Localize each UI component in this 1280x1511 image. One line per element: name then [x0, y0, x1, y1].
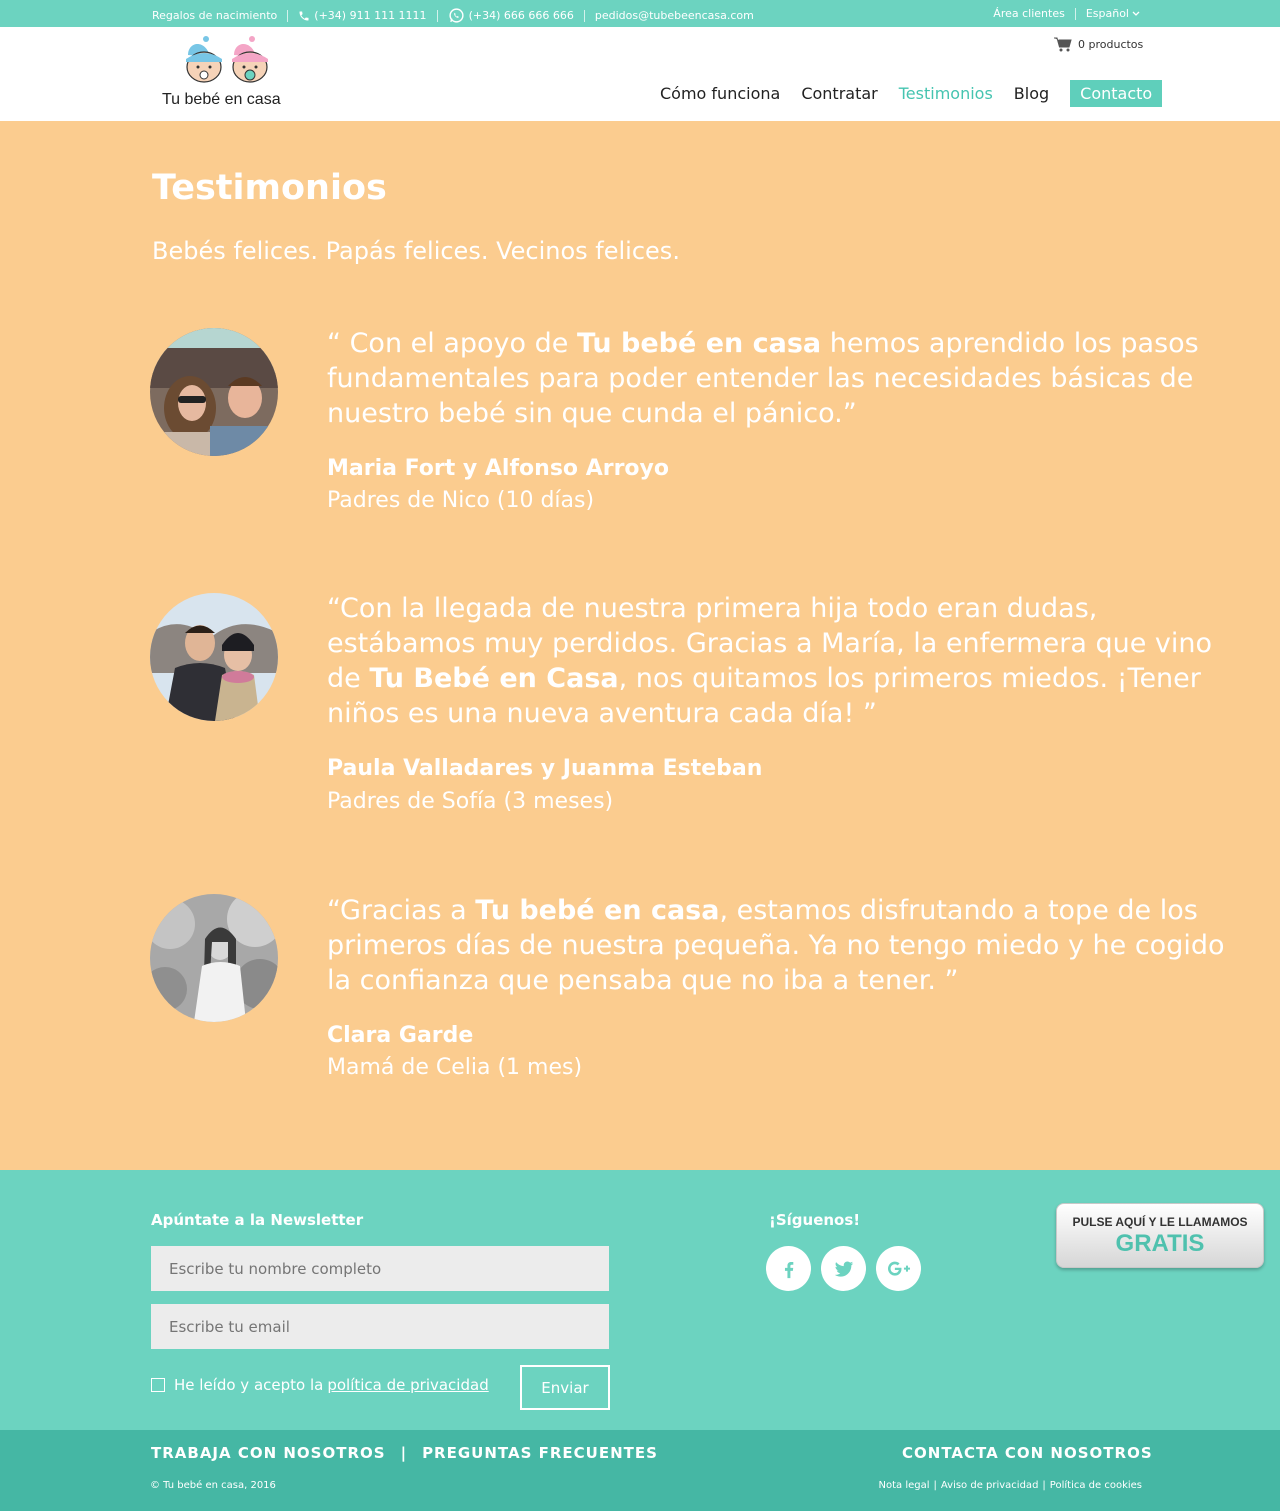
separator — [1074, 7, 1076, 20]
privacy-notice-link[interactable]: Aviso de privacidad — [941, 1480, 1039, 1491]
cart-link[interactable]: 0 productos — [1054, 37, 1143, 52]
nav-contact-button[interactable]: Contacto — [1070, 80, 1163, 107]
testimonial-quote: “Con la llegada de nuestra primera hija … — [327, 593, 1213, 729]
testimonial-quote: “Gracias a Tu bebé en casa, estamos disf… — [327, 895, 1225, 996]
nav-item-blog[interactable]: Blog — [1014, 84, 1049, 103]
privacy-consent: He leído y acepto la política de privaci… — [151, 1376, 489, 1394]
facebook-icon[interactable] — [766, 1246, 811, 1291]
avatar — [150, 894, 278, 1022]
call-me-button[interactable]: PULSE AQUÍ Y LE LLAMAMOS GRATIS — [1056, 1203, 1264, 1268]
cart-icon — [1054, 37, 1072, 52]
legal-note-link[interactable]: Nota legal — [879, 1480, 930, 1491]
separator — [287, 9, 289, 22]
consent-label: He leído y acepto la — [174, 1376, 324, 1394]
cookie-policy-link[interactable]: Política de cookies — [1050, 1480, 1142, 1491]
logo[interactable]: Tu bebé en casa — [160, 35, 300, 110]
divider: | — [400, 1444, 408, 1462]
legal-links: Nota legal | Aviso de privacidad | Política … — [879, 1480, 1143, 1491]
main-nav: Cómo funciona Contratar Testimonios Blog… — [660, 80, 1163, 107]
email-link[interactable]: pedidos@tubebeencasa.com — [595, 9, 754, 22]
testimonial-author: Maria Fort y Alfonso Arroyo — [327, 456, 669, 481]
header: Tu bebé en casa 0 productos Cómo funcion… — [0, 27, 1280, 121]
testimonial-role: Mamá de Celia (1 mes) — [327, 1055, 583, 1080]
privacy-checkbox[interactable] — [151, 1378, 165, 1392]
page-title: Testimonios — [152, 168, 387, 208]
top-bar: Regalos de nacimiento (+34) 911 111 1111… — [0, 0, 1280, 27]
language-selector[interactable]: Español — [1086, 7, 1129, 20]
footer-links: TRABAJA CON NOSOTROS | PREGUNTAS FRECUEN… — [151, 1444, 658, 1462]
privacy-policy-link[interactable]: política de privacidad — [327, 1376, 488, 1394]
logo-text: Tu bebé en casa — [162, 91, 281, 108]
testimonial-role: Padres de Sofía (3 meses) — [327, 789, 614, 814]
testimonial-quote: “ Con el apoyo de Tu bebé en casa hemos … — [327, 328, 1199, 429]
testimonial-card: “ Con el apoyo de Tu bebé en casa hemos … — [150, 326, 1250, 526]
testimonial-author: Paula Valladares y Juanma Esteban — [327, 756, 763, 781]
bottom-bar: TRABAJA CON NOSOTROS | PREGUNTAS FRECUEN… — [0, 1430, 1280, 1511]
gifts-link[interactable]: Regalos de nacimiento — [152, 9, 277, 22]
babies-logo-icon — [186, 36, 268, 83]
nav-item-como-funciona[interactable]: Cómo funciona — [660, 84, 780, 103]
chevron-down-icon — [1132, 11, 1140, 17]
whatsapp-number[interactable]: (+34) 666 666 666 — [469, 9, 574, 22]
testimonial-role: Padres de Nico (10 días) — [327, 488, 595, 513]
newsletter-title: Apúntate a la Newsletter — [151, 1211, 364, 1229]
follow-title: ¡Síguenos! — [769, 1211, 861, 1229]
testimonial-card: “Con la llegada de nuestra primera hija … — [150, 591, 1250, 831]
twitter-icon[interactable] — [821, 1246, 866, 1291]
call-me-label: PULSE AQUÍ Y LE LLAMAMOS — [1072, 1215, 1248, 1229]
client-area-link[interactable]: Área clientes — [993, 7, 1065, 20]
faq-link[interactable]: PREGUNTAS FRECUENTES — [422, 1444, 658, 1462]
contact-us-link[interactable]: CONTACTA CON NOSOTROS — [902, 1444, 1153, 1462]
work-with-us-link[interactable]: TRABAJA CON NOSOTROS — [151, 1444, 386, 1462]
phone-number[interactable]: (+34) 911 111 1111 — [314, 9, 426, 22]
avatar — [150, 593, 278, 721]
nav-item-testimonios[interactable]: Testimonios — [899, 84, 993, 103]
nav-item-contratar[interactable]: Contratar — [801, 84, 877, 103]
google-plus-icon[interactable] — [876, 1246, 921, 1291]
phone-icon — [298, 10, 310, 22]
divider: | — [1042, 1480, 1046, 1491]
testimonials-section: Testimonios Bebés felices. Papás felices… — [0, 121, 1280, 1170]
testimonial-card: “Gracias a Tu bebé en casa, estamos disf… — [150, 893, 1250, 1093]
email-input[interactable] — [151, 1304, 609, 1349]
separator — [583, 9, 585, 22]
send-button[interactable]: Enviar — [520, 1365, 610, 1410]
page-subtitle: Bebés felices. Papás felices. Vecinos fe… — [152, 237, 680, 265]
copyright: © Tu bebé en casa, 2016 — [150, 1480, 276, 1491]
whatsapp-icon — [448, 7, 465, 24]
separator — [436, 9, 438, 22]
footer: Apúntate a la Newsletter He leído y acep… — [0, 1170, 1280, 1430]
testimonial-author: Clara Garde — [327, 1023, 474, 1048]
name-input[interactable] — [151, 1246, 609, 1291]
avatar — [150, 328, 278, 456]
divider: | — [933, 1480, 937, 1491]
call-me-free-label: GRATIS — [1115, 1230, 1205, 1257]
cart-count: 0 productos — [1078, 38, 1144, 51]
